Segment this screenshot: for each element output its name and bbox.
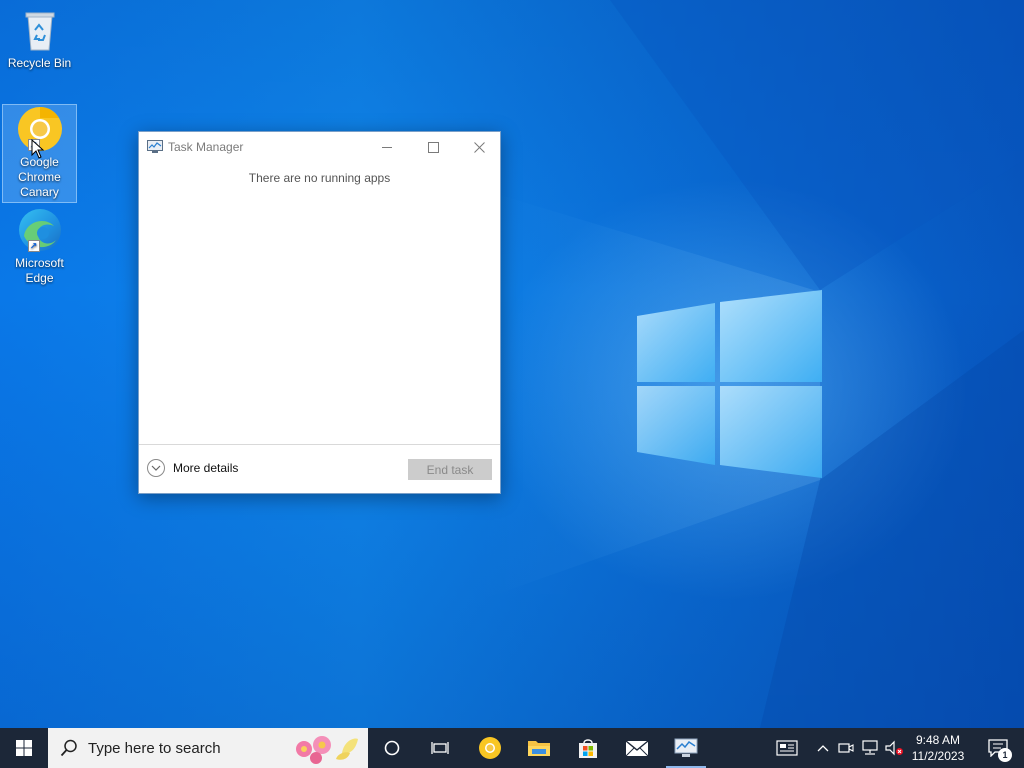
cortana-icon	[384, 740, 400, 756]
tray-meet-now-button[interactable]	[836, 728, 856, 768]
minimize-button[interactable]	[364, 132, 410, 162]
chevron-down-icon	[147, 459, 165, 477]
desktop-icon-label: Recycle Bin	[7, 56, 72, 70]
taskbar-microsoft-store[interactable]	[564, 728, 612, 768]
desktop: Recycle Bin ↗ Google Chrome Canary	[0, 0, 1024, 728]
shortcut-arrow-icon: ↗	[27, 240, 40, 252]
search-box[interactable]: Type here to search	[48, 728, 368, 768]
desktop-icon-label: Microsoft Edge	[15, 256, 64, 285]
desktop-icon-recycle-bin[interactable]: Recycle Bin	[2, 6, 77, 71]
taskbar: Type here to search 9:48 AM 11/2/2023 1	[0, 728, 1024, 768]
desktop-icon-edge[interactable]: ↗ Microsoft Edge	[2, 206, 77, 286]
windows-start-icon	[16, 740, 32, 756]
window-title: Task Manager	[168, 140, 244, 154]
edge-icon: ↗	[16, 206, 64, 254]
close-button[interactable]	[456, 132, 502, 162]
desktop-icon-label: Google Chrome Canary	[18, 155, 61, 199]
title-bar[interactable]: Task Manager	[139, 132, 500, 162]
taskbar-task-manager[interactable]	[662, 728, 710, 768]
close-icon	[473, 141, 485, 153]
recycle-bin-icon	[16, 6, 64, 54]
tray-network-button[interactable]	[858, 728, 882, 768]
windows-logo-wallpaper	[637, 290, 822, 478]
more-details-button[interactable]: More details	[147, 459, 238, 477]
chrome-canary-icon	[479, 737, 501, 759]
search-placeholder: Type here to search	[88, 740, 221, 757]
task-manager-icon	[147, 140, 163, 153]
taskbar-file-explorer[interactable]	[515, 728, 563, 768]
end-task-button[interactable]: End task	[408, 459, 492, 480]
task-manager-footer: More details End task	[139, 444, 500, 493]
taskbar-clock[interactable]: 9:48 AM 11/2/2023	[904, 732, 972, 764]
task-manager-window[interactable]: Task Manager There are no running apps M…	[138, 131, 501, 494]
mail-icon	[625, 740, 649, 757]
file-explorer-icon	[528, 741, 550, 756]
volume-muted-icon	[885, 740, 903, 756]
taskbar-mail[interactable]	[613, 728, 661, 768]
taskbar-chrome-canary[interactable]	[466, 728, 514, 768]
maximize-icon	[427, 141, 439, 153]
network-icon	[862, 740, 878, 755]
start-button[interactable]	[0, 728, 48, 768]
clock-date: 11/2/2023	[911, 749, 965, 763]
action-center-button[interactable]: 1	[978, 728, 1018, 768]
more-details-label: More details	[173, 461, 239, 475]
clock-time: 9:48 AM	[915, 733, 961, 747]
news-icon	[776, 740, 798, 756]
maximize-button[interactable]	[410, 132, 456, 162]
notification-count-badge: 1	[998, 748, 1012, 762]
task-manager-icon	[674, 738, 698, 757]
search-icon	[60, 739, 77, 757]
cortana-button[interactable]	[368, 728, 416, 768]
empty-state-message: There are no running apps	[248, 171, 391, 185]
tray-volume-button[interactable]	[882, 728, 906, 768]
tray-news-button[interactable]	[772, 728, 802, 768]
task-view-button[interactable]	[416, 728, 464, 768]
chevron-up-icon	[817, 745, 829, 752]
task-view-icon	[431, 742, 449, 754]
mouse-cursor-icon	[31, 139, 45, 159]
search-highlight-flowers-icon	[296, 736, 358, 764]
minimize-icon	[382, 147, 392, 148]
microsoft-store-icon	[579, 739, 597, 758]
meet-now-icon	[838, 743, 854, 753]
show-hidden-icons-button[interactable]	[812, 728, 834, 768]
